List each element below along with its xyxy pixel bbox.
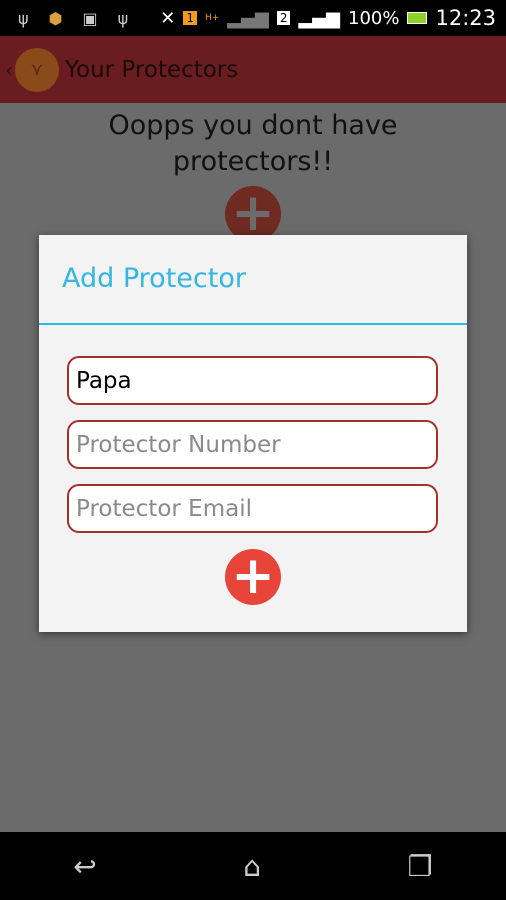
empty-message: Oopps you dont have protectors!!	[108, 110, 398, 177]
navigation-bar: ↩ ⌂ ❐	[0, 832, 506, 900]
no-sync-icon: ✕	[160, 7, 176, 29]
email-input[interactable]: Protector Email	[67, 484, 438, 533]
network-type: H+	[204, 13, 220, 23]
signal-icon: ▂▄▆	[227, 7, 269, 29]
app-logo[interactable]: ⋎	[15, 47, 59, 92]
back-chevron-icon[interactable]: ‹	[5, 58, 13, 82]
battery-icon	[407, 12, 428, 24]
add-button[interactable]: +	[225, 549, 281, 605]
name-input[interactable]: Papa	[67, 356, 438, 405]
usb-icon: ψ	[117, 8, 129, 28]
plus-icon: +	[231, 546, 275, 606]
back-icon[interactable]: ↩	[73, 850, 96, 883]
usb-icon: ψ	[18, 8, 29, 28]
shield-icon: ⬢	[48, 8, 63, 28]
add-protector-button-bg: +	[225, 186, 281, 242]
home-icon[interactable]: ⌂	[243, 850, 261, 883]
signal-icon: ▂▄▆	[298, 7, 340, 29]
add-protector-dialog: Add Protector Papa Protector Number Prot…	[39, 235, 467, 632]
dialog-title: Add Protector	[39, 235, 467, 325]
recents-icon[interactable]: ❐	[408, 850, 433, 883]
android-icon: ▣	[82, 8, 98, 28]
app-bar: ‹ ⋎ Your Protectors	[0, 36, 506, 103]
number-input[interactable]: Protector Number	[67, 420, 438, 469]
status-bar: ψ ⬢ ▣ ψ ✕ 1 H+ ▂▄▆ 2 ▂▄▆ 100% 12:23	[0, 0, 506, 36]
sim1-icon: 1	[183, 11, 197, 25]
page-title: Your Protectors	[65, 56, 239, 83]
clock: 12:23	[435, 6, 496, 30]
battery-text: 100%	[348, 7, 400, 29]
sim2-icon: 2	[276, 11, 291, 25]
